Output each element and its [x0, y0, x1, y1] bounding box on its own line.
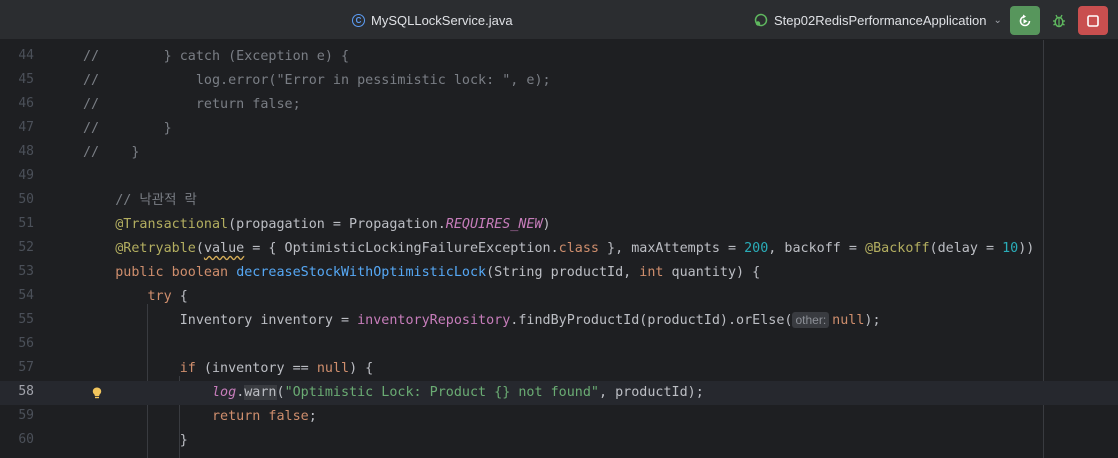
line-code: // }	[83, 121, 172, 136]
line-code: // }	[83, 145, 140, 160]
line-code: return false;	[212, 409, 317, 424]
file-title-text: MySQLLockService.java	[371, 12, 513, 28]
chevron-down-icon: ⌄	[993, 14, 1002, 26]
code-line[interactable]: 53 public boolean decreaseStockWithOptim…	[0, 261, 1118, 285]
line-code: }	[83, 433, 188, 448]
line-code: public boolean decreaseStockWithOptimist…	[115, 265, 761, 280]
bug-icon	[1053, 14, 1065, 27]
line-code: if (inventory == null) {	[179, 361, 374, 376]
code-line[interactable]: 59 return false;	[0, 405, 1118, 429]
line-number: 49	[18, 168, 34, 183]
code-line-current[interactable]: 58 log.warn("Optimistic Lock: Product {}…	[0, 381, 1118, 405]
code-line[interactable]: 44 // } catch (Exception e) {	[0, 45, 1118, 69]
line-number: 58	[18, 384, 34, 399]
code-line[interactable]: 45 // log.error("Error in pessimistic lo…	[0, 69, 1118, 93]
line-code: Inventory inventory = inventoryRepositor…	[83, 312, 881, 328]
spring-boot-icon	[754, 13, 768, 27]
code-line[interactable]: 57 if (inventory == null) {	[0, 357, 1118, 381]
line-number: 54	[18, 288, 34, 303]
code-line[interactable]: 47 // }	[0, 117, 1118, 141]
line-number: 48	[18, 144, 34, 159]
code-line[interactable]: 50 // 낙관적 락	[0, 189, 1118, 213]
line-code: log.warn("Optimistic Lock: Product {} no…	[212, 385, 704, 400]
line-number: 53	[18, 264, 34, 279]
java-class-icon: C	[352, 13, 365, 27]
run-config-label: Step02RedisPerformanceApplication	[774, 12, 987, 28]
title-bar: C MySQLLockService.java Step02RedisPerfo…	[0, 0, 1118, 40]
code-line[interactable]: 51 @Transactional(propagation = Propagat…	[0, 213, 1118, 237]
code-line[interactable]: 52 @Retryable(value = { OptimisticLockin…	[0, 237, 1118, 261]
code-editor[interactable]: 44 // } catch (Exception e) { 45 // log.…	[0, 40, 1118, 458]
line-number: 55	[18, 312, 34, 327]
code-line[interactable]: 48 // }	[0, 141, 1118, 165]
line-number: 47	[18, 120, 34, 135]
line-code: // } catch (Exception e) {	[83, 49, 350, 64]
stop-icon	[1087, 14, 1099, 27]
line-code: // log.error("Error in pessimistic lock:…	[83, 73, 551, 88]
rerun-button[interactable]	[1010, 6, 1040, 35]
line-code: try {	[147, 289, 188, 304]
line-number: 59	[18, 408, 34, 423]
line-code: // return false;	[83, 97, 301, 112]
line-number: 50	[18, 192, 34, 207]
stop-button[interactable]	[1078, 6, 1108, 35]
file-title: C MySQLLockService.java	[352, 11, 513, 29]
line-number: 45	[18, 72, 34, 87]
line-number: 46	[18, 96, 34, 111]
code-line[interactable]: 54 try {	[0, 285, 1118, 309]
line-number: 51	[18, 216, 34, 231]
line-number: 60	[18, 432, 34, 447]
parameter-hint: other:	[792, 312, 830, 328]
code-line[interactable]: 56	[0, 333, 1118, 357]
code-line[interactable]: 46 // return false;	[0, 93, 1118, 117]
line-number: 56	[18, 336, 34, 351]
run-configuration-selector[interactable]: Step02RedisPerformanceApplication ⌄	[754, 11, 1002, 29]
code-line[interactable]: 55 Inventory inventory = inventoryReposi…	[0, 309, 1118, 333]
debug-button[interactable]	[1044, 6, 1074, 35]
line-number: 52	[18, 240, 34, 255]
line-number: 44	[18, 48, 34, 63]
code-line[interactable]: 60 }	[0, 429, 1118, 453]
rerun-icon	[1019, 14, 1031, 26]
code-line[interactable]: 49	[0, 165, 1118, 189]
line-code: // 낙관적 락	[83, 193, 197, 208]
line-code: @Retryable(value = { OptimisticLockingFa…	[115, 241, 1035, 256]
line-number: 57	[18, 360, 34, 375]
line-code: @Transactional(propagation = Propagation…	[115, 217, 551, 232]
